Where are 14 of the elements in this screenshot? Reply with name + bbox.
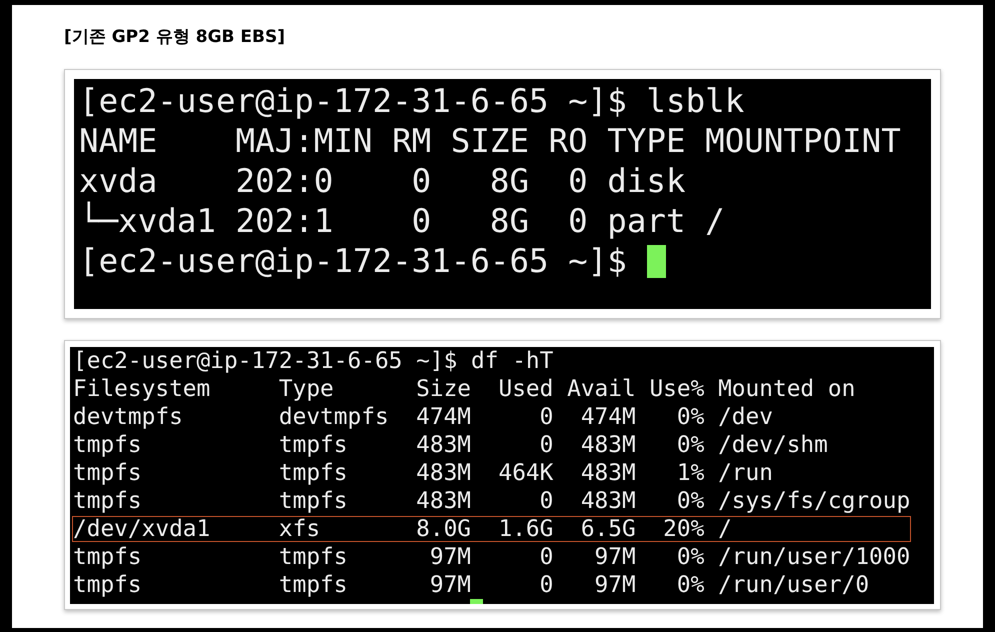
- terminal-line: devtmpfs devtmpfs 474M 0 474M 0% /dev: [72, 404, 774, 430]
- section-heading: [기존 GP2 유형 8GB EBS]: [64, 26, 286, 49]
- terminal-line: Filesystem Type Size Used Avail Use% Mounted on: [72, 376, 856, 402]
- terminal-line: [ec2-user@ip-172-31-6-65 ~]$ lsblk: [79, 81, 744, 121]
- terminal-line: tmpfs tmpfs 483M 464K 483M 1% /run: [72, 460, 774, 486]
- terminal-line: tmpfs tmpfs 483M 0 483M 0% /sys/fs/cgroup: [72, 488, 912, 514]
- terminal-line: [ec2-user@ip-172-31-6-65 ~]$ df -hT: [72, 348, 554, 374]
- terminal-line: └─xvda1 202:1 0 8G 0 part /: [79, 201, 725, 241]
- terminal-line: NAME MAJ:MIN RM SIZE RO TYPE MOUNTPOINT: [79, 121, 901, 161]
- terminal-line: xvda 202:0 0 8G 0 disk: [79, 161, 686, 201]
- terminal-line: tmpfs tmpfs 97M 0 97M 0% /run/user/1000: [72, 544, 912, 570]
- terminal-line: tmpfs tmpfs 97M 0 97M 0% /run/user/0: [72, 572, 870, 598]
- terminal-line: tmpfs tmpfs 483M 0 483M 0% /dev/shm: [72, 432, 829, 458]
- terminal-line: [ec2-user@ip-172-31-6-65 ~]$: [79, 241, 627, 281]
